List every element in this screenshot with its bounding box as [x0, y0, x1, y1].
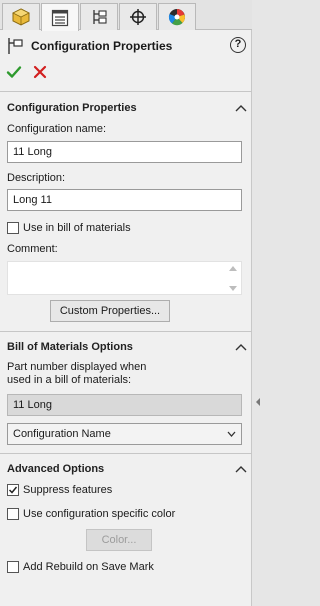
description-label: Description:	[7, 172, 66, 184]
color-button[interactable]: Color...	[86, 529, 152, 551]
comment-label: Comment:	[7, 243, 58, 255]
rebuild-mark-label[interactable]: Add Rebuild on Save Mark	[23, 561, 154, 573]
scroll-down-icon[interactable]	[229, 286, 237, 291]
page-title: Configuration Properties	[31, 39, 173, 53]
dimxpert-manager-icon	[130, 9, 146, 25]
help-icon[interactable]: ?	[230, 37, 246, 53]
comment-textarea[interactable]	[7, 261, 242, 295]
section-divider	[0, 91, 252, 92]
cancel-x-icon[interactable]	[32, 64, 48, 80]
panel-header: Configuration Properties ?	[6, 37, 248, 57]
collapse-chevron-up-icon[interactable]	[235, 104, 247, 112]
suppress-features-checkbox[interactable]	[7, 484, 19, 496]
property-manager-panel: Configuration Properties ? Configuration…	[0, 0, 252, 606]
tab-dimxpert-manager[interactable]	[119, 3, 157, 30]
checkmark-icon	[8, 486, 18, 494]
use-in-bom-label[interactable]: Use in bill of materials	[23, 222, 131, 234]
feature-manager-icon	[12, 8, 30, 26]
tab-display-manager[interactable]	[158, 3, 196, 30]
collapse-chevron-up-icon[interactable]	[235, 343, 247, 351]
use-in-bom-checkbox[interactable]	[7, 222, 19, 234]
configuration-name-input[interactable]: 11 Long	[7, 141, 242, 163]
display-manager-icon	[168, 9, 185, 26]
ok-checkmark-icon[interactable]	[6, 64, 22, 80]
configuration-name-label: Configuration name:	[7, 123, 107, 135]
section-title-advanced: Advanced Options	[7, 463, 105, 475]
specific-color-label[interactable]: Use configuration specific color	[23, 508, 175, 520]
tab-feature-manager[interactable]	[2, 3, 40, 30]
section-divider	[0, 331, 252, 332]
part-number-label-line2: used in a bill of materials:	[7, 374, 132, 386]
tab-property-manager[interactable]	[41, 3, 79, 31]
suppress-features-label[interactable]: Suppress features	[23, 484, 112, 496]
part-number-source-dropdown[interactable]: Configuration Name	[7, 423, 242, 445]
configuration-properties-icon	[8, 38, 23, 54]
property-manager-icon	[51, 9, 69, 26]
rebuild-mark-checkbox[interactable]	[7, 561, 19, 573]
configuration-manager-icon	[93, 10, 107, 24]
scroll-up-icon[interactable]	[229, 266, 237, 271]
panel-resize-handle[interactable]	[256, 398, 260, 406]
description-input[interactable]: Long 11	[7, 189, 242, 211]
section-title-bom: Bill of Materials Options	[7, 341, 133, 353]
section-title-configuration: Configuration Properties	[7, 102, 137, 114]
manager-tab-bar	[0, 0, 252, 31]
chevron-down-icon	[227, 431, 236, 437]
dropdown-selected-value: Configuration Name	[13, 428, 111, 440]
collapse-chevron-up-icon[interactable]	[235, 465, 247, 473]
custom-properties-button[interactable]: Custom Properties...	[50, 300, 170, 322]
specific-color-checkbox[interactable]	[7, 508, 19, 520]
tab-configuration-manager[interactable]	[80, 3, 118, 30]
part-number-label-line1: Part number displayed when	[7, 361, 147, 373]
part-number-field: 11 Long	[7, 394, 242, 416]
section-divider	[0, 453, 252, 454]
